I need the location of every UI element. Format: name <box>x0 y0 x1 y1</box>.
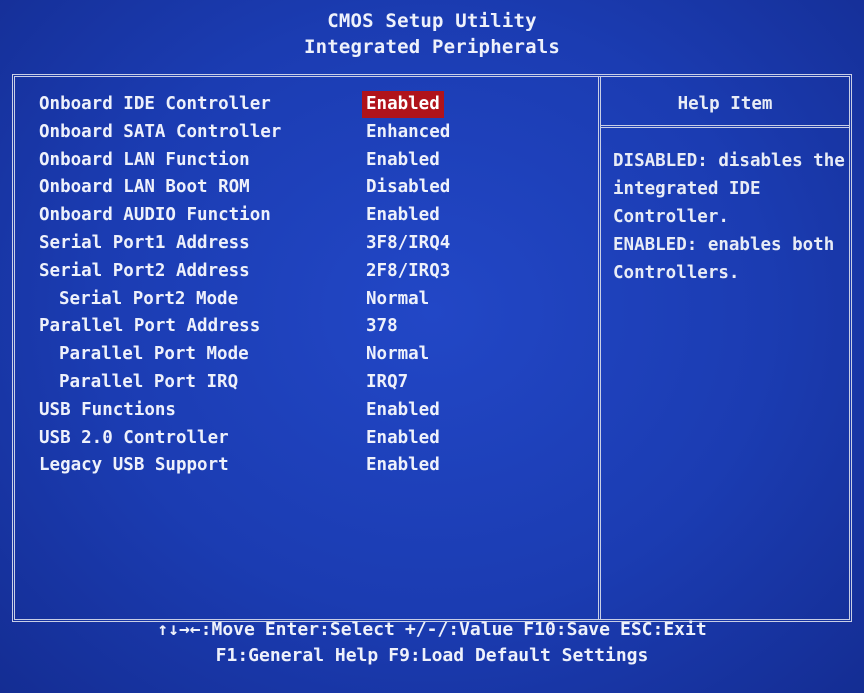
setting-row[interactable]: Parallel Port Mode Normal <box>39 341 589 369</box>
setting-label: Serial Port1 Address <box>39 232 250 253</box>
setting-row[interactable]: Parallel Port Address 378 <box>39 313 589 341</box>
key-hint-key: F9 <box>388 645 410 666</box>
key-hint-action: :Select <box>319 619 395 640</box>
setting-value[interactable]: Enabled <box>362 91 444 118</box>
setting-value[interactable]: Enhanced <box>362 119 454 146</box>
help-text: DISABLED: disables the integrated IDE Cont… <box>613 147 849 287</box>
setting-label: Parallel Port Address <box>39 316 261 337</box>
key-hint-action: :Move <box>200 619 255 640</box>
setting-label: Serial Port2 Mode <box>59 288 239 309</box>
setting-value[interactable]: Normal <box>362 286 433 313</box>
key-hint: Enter:Select <box>265 619 395 640</box>
setting-value[interactable]: Enabled <box>362 452 444 479</box>
setting-row[interactable]: USB 2.0 Controller Enabled <box>39 425 589 453</box>
title-bar: CMOS Setup Utility Integrated Peripheral… <box>0 0 864 70</box>
key-hint-key: ↑↓→← <box>157 619 201 640</box>
settings-list: Onboard IDE Controller Enabled Onboard SAT… <box>39 91 589 480</box>
key-hint: +/-/:Value <box>405 619 513 640</box>
key-hint: ESC:Exit <box>620 619 707 640</box>
setting-row[interactable]: Onboard AUDIO Function Enabled <box>39 202 589 230</box>
setting-row[interactable]: Onboard IDE Controller Enabled <box>39 91 589 119</box>
setting-value[interactable]: 3F8/IRQ4 <box>362 230 454 257</box>
help-line: Controllers. <box>613 263 740 283</box>
setting-row[interactable]: Onboard LAN Boot ROM Disabled <box>39 174 589 202</box>
setting-row[interactable]: Serial Port2 Mode Normal <box>39 286 589 314</box>
key-hint-key: +/-/ <box>404 619 449 640</box>
setting-value[interactable]: Enabled <box>362 425 444 452</box>
setting-value[interactable]: 378 <box>362 313 402 340</box>
setting-label: USB 2.0 Controller <box>39 427 229 448</box>
setting-label: Onboard IDE Controller <box>39 94 271 114</box>
help-panel-title: Help Item <box>677 94 773 114</box>
help-line: Controller. <box>613 207 729 227</box>
setting-row[interactable]: Serial Port2 Address 2F8/IRQ3 <box>39 258 589 286</box>
panel-divider <box>598 77 601 619</box>
setting-label: USB Functions <box>39 399 176 420</box>
setting-row[interactable]: Onboard LAN Function Enabled <box>39 147 589 175</box>
setting-label: Parallel Port Mode <box>59 344 249 365</box>
key-hint-key: F10 <box>523 619 556 640</box>
setting-row[interactable]: Legacy USB Support Enabled <box>39 452 589 480</box>
key-hint-action: :Save <box>555 619 610 640</box>
setting-row[interactable]: Serial Port1 Address 3F8/IRQ4 <box>39 230 589 258</box>
key-hint: ↑↓→←:Move <box>157 619 255 640</box>
key-hint-action: :Exit <box>652 619 707 640</box>
setting-value[interactable]: IRQ7 <box>362 369 412 396</box>
key-legend-row-2: F1:General Help F9:Load Default Settings <box>0 643 864 669</box>
key-hint-key: ESC <box>619 619 653 640</box>
setting-value[interactable]: Disabled <box>362 174 454 201</box>
setting-value[interactable]: 2F8/IRQ3 <box>362 258 454 285</box>
key-hint: F1:General Help <box>216 645 379 666</box>
setting-row[interactable]: Parallel Port IRQ IRQ7 <box>39 369 589 397</box>
help-line: ENABLED: enables both <box>613 235 835 255</box>
help-line: DISABLED: disables the <box>613 151 845 171</box>
setting-label: Onboard LAN Function <box>39 149 250 170</box>
key-hint-action: :Value <box>448 619 514 640</box>
setting-value[interactable]: Enabled <box>362 202 444 229</box>
setting-row[interactable]: USB Functions Enabled <box>39 397 589 425</box>
setting-value[interactable]: Enabled <box>362 397 444 424</box>
setting-label: Serial Port2 Address <box>39 260 250 281</box>
setting-value[interactable]: Enabled <box>362 147 444 174</box>
setting-label: Onboard LAN Boot ROM <box>39 177 250 198</box>
setting-label: Onboard AUDIO Function <box>39 205 271 226</box>
bios-screen: CMOS Setup Utility Integrated Peripheral… <box>0 0 864 693</box>
setting-row[interactable]: Onboard SATA Controller Enhanced <box>39 119 589 147</box>
key-hint-key: Enter <box>264 619 320 640</box>
setting-value[interactable]: Normal <box>362 341 433 368</box>
key-hint: F9:Load Default Settings <box>388 645 648 666</box>
help-line: integrated IDE <box>613 179 761 199</box>
help-header-divider <box>601 125 849 128</box>
key-hint-action: :Load Default Settings <box>409 645 649 666</box>
key-hint: F10:Save <box>523 619 610 640</box>
key-hint-key: F1 <box>215 645 238 666</box>
setting-label: Parallel Port IRQ <box>59 371 239 392</box>
setting-label: Legacy USB Support <box>39 455 229 476</box>
key-legend-row-1: ↑↓→←:Move Enter:Select +/-/:Value F10:Save E… <box>0 614 864 643</box>
key-legend: ↑↓→←:Move Enter:Select +/-/:Value F10:Save E… <box>0 614 864 693</box>
key-hint-action: :General Help <box>237 645 379 666</box>
main-frame: Onboard IDE Controller Enabled Onboard SAT… <box>12 74 852 622</box>
setting-label: Onboard SATA Controller <box>39 121 282 142</box>
page-title: Integrated Peripherals <box>303 36 561 58</box>
app-title: CMOS Setup Utility <box>327 10 537 32</box>
